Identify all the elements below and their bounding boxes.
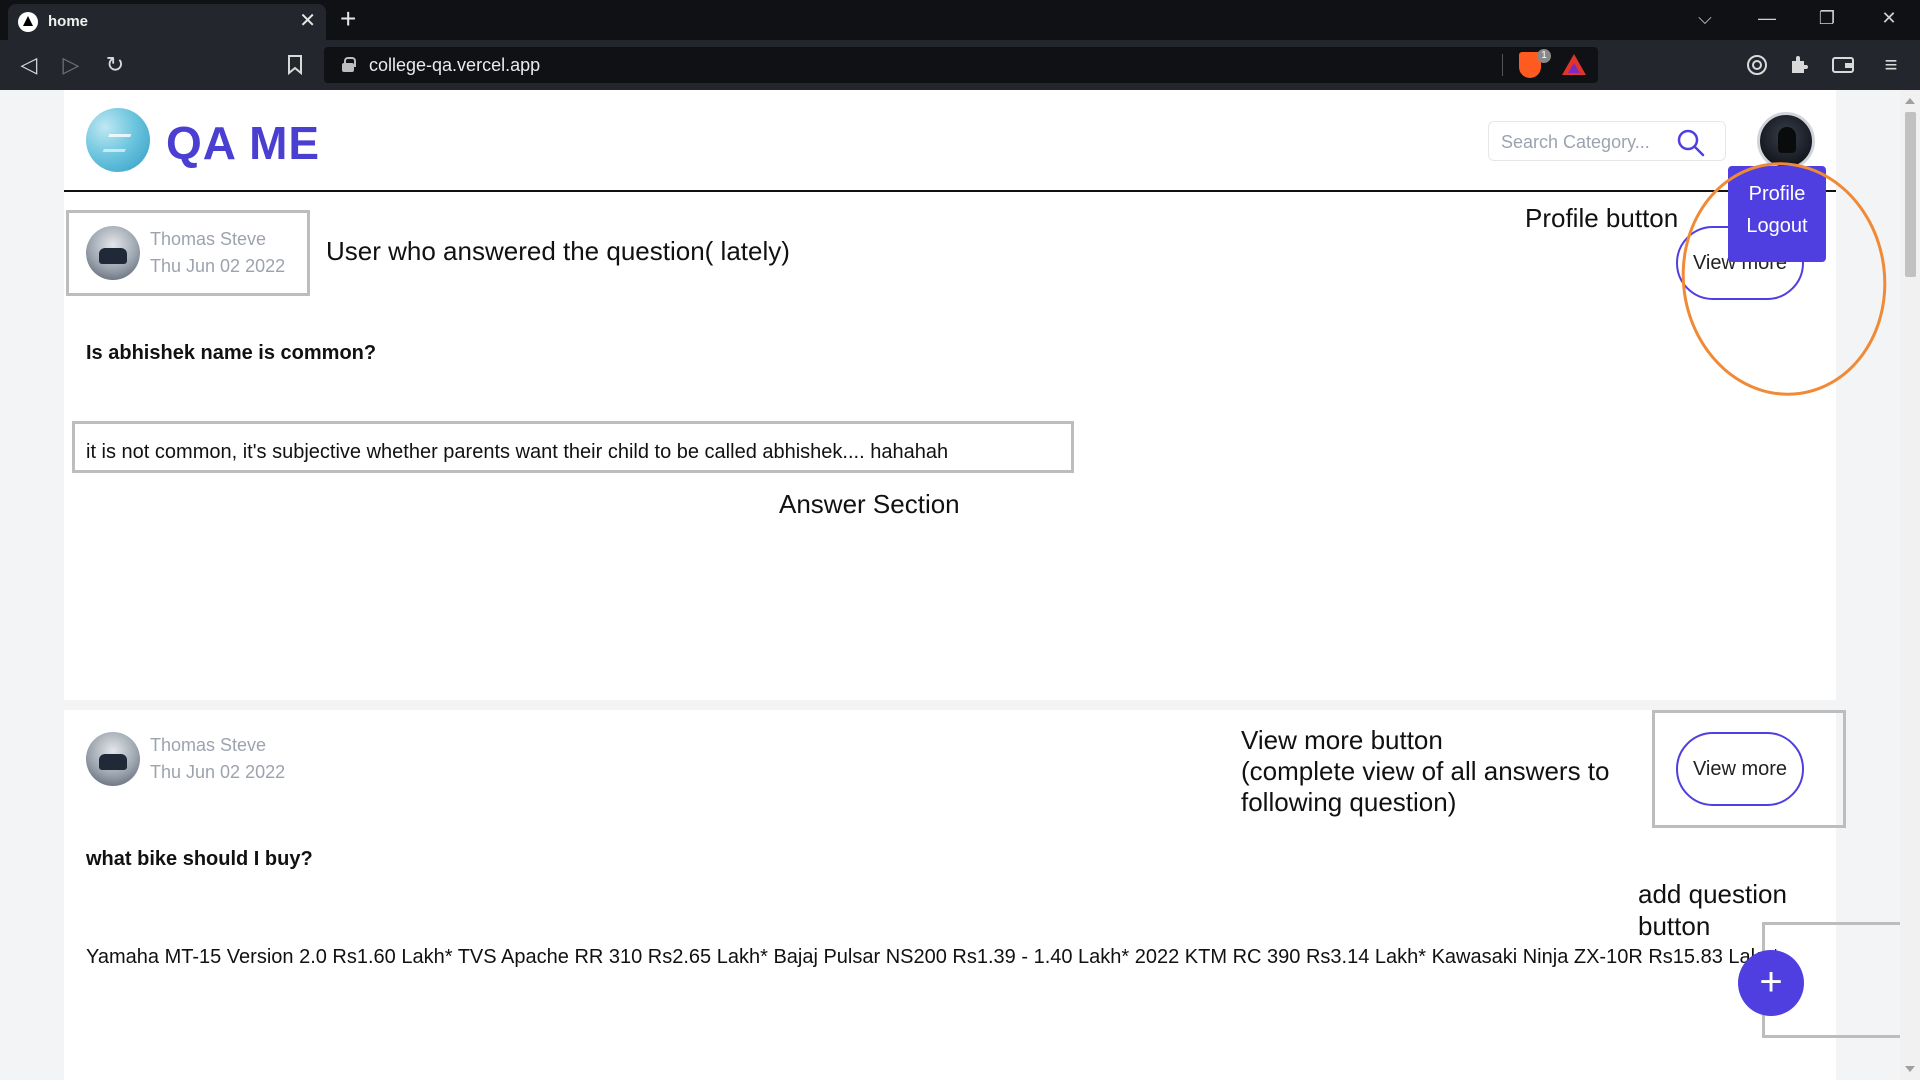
search-input[interactable]	[1501, 131, 1671, 153]
new-tab-button[interactable]: +	[340, 4, 356, 34]
bookmark-icon[interactable]	[280, 50, 310, 80]
post-date: Thu Jun 02 2022	[150, 256, 286, 276]
brave-rewards-icon[interactable]	[1562, 54, 1586, 75]
minimize-icon[interactable]: —	[1752, 6, 1782, 30]
annotation-profile-button: Profile button	[1525, 203, 1679, 233]
add-question-button[interactable]: +	[1738, 950, 1804, 1016]
annotation-view-more-line2: (complete view of all answers to	[1241, 756, 1610, 786]
forward-icon[interactable]: ▷	[56, 50, 86, 80]
tab-search-dropdown-icon[interactable]: ⌵	[1690, 6, 1720, 30]
annotation-view-more-line3: following question)	[1241, 787, 1457, 817]
scroll-down-icon[interactable]	[1905, 1066, 1915, 1072]
answer-text: it is not common, it's subjective whethe…	[86, 441, 949, 463]
shield-badge: 1	[1537, 49, 1551, 63]
back-icon[interactable]: ◁	[14, 50, 44, 80]
page-viewport: QA ME Thomas Steve Thu Jun 02 2022 User …	[0, 90, 1914, 1080]
logo-icon[interactable]	[86, 108, 150, 172]
user-name: Thomas Steve	[150, 229, 267, 249]
annotation-view-more-line1: View more button	[1241, 725, 1443, 755]
reload-icon[interactable]: ↻	[100, 50, 130, 80]
annotation-answer-section: Answer Section	[779, 489, 960, 519]
leo-icon[interactable]	[1742, 50, 1772, 80]
restore-icon[interactable]: ❐	[1812, 6, 1842, 30]
brand-title[interactable]: QA ME	[166, 116, 320, 170]
url-text[interactable]: college-qa.vercel.app	[369, 55, 540, 76]
browser-tab-bar: home ✕ + ⌵ — ❐ ✕	[0, 0, 1920, 40]
card-separator	[64, 700, 1836, 710]
tab-title: home	[48, 13, 89, 30]
close-window-icon[interactable]: ✕	[1874, 6, 1904, 30]
favicon-icon	[18, 12, 38, 32]
extensions-icon[interactable]	[1784, 50, 1814, 80]
browser-tab[interactable]: home ✕	[8, 4, 326, 40]
header-divider	[64, 190, 1836, 192]
wallet-icon[interactable]	[1828, 50, 1858, 80]
post-date: Thu Jun 02 2022	[150, 762, 286, 782]
question-text[interactable]: what bike should I buy?	[86, 848, 313, 871]
profile-avatar-button[interactable]	[1757, 112, 1815, 170]
scroll-up-icon[interactable]	[1905, 98, 1915, 104]
tab-close-icon[interactable]: ✕	[299, 10, 316, 32]
answer-text: Yamaha MT-15 Version 2.0 Rs1.60 Lakh* TV…	[86, 946, 1780, 968]
annotation-user-answered: User who answered the question( lately)	[326, 236, 790, 266]
page-content: QA ME Thomas Steve Thu Jun 02 2022 User …	[64, 90, 1846, 1080]
scrollbar-thumb[interactable]	[1905, 112, 1916, 277]
address-bar[interactable]: college-qa.vercel.app 1	[324, 47, 1598, 83]
url-separator	[1502, 54, 1503, 76]
question-text[interactable]: Is abhishek name is common?	[86, 342, 376, 365]
scrollbar[interactable]	[1900, 90, 1920, 1080]
search-icon[interactable]	[1676, 128, 1706, 158]
view-more-button[interactable]: View more	[1676, 732, 1804, 806]
menu-icon[interactable]: ≡	[1876, 50, 1906, 80]
browser-toolbar: ◁ ▷ ↻ college-qa.vercel.app 1 ≡	[0, 40, 1920, 90]
user-name: Thomas Steve	[150, 735, 267, 755]
user-avatar	[86, 226, 140, 280]
lock-icon	[342, 57, 356, 72]
user-avatar	[86, 732, 140, 786]
